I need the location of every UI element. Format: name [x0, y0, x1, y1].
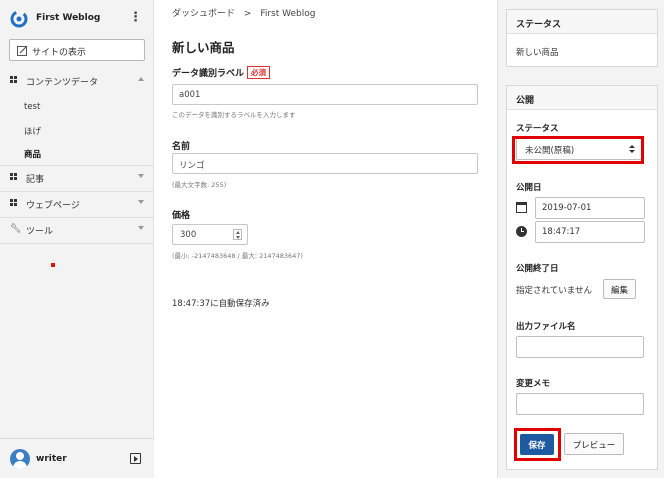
price-help: (最小: -2147483648 / 最大: 2147483647) — [172, 252, 303, 260]
chevron-down-icon — [138, 226, 144, 230]
view-site-label: サイトの表示 — [32, 48, 87, 58]
external-link-icon — [17, 45, 28, 56]
nav-tools[interactable]: 🔧︎ ツール — [0, 218, 154, 242]
required-badge: 必須 — [247, 66, 271, 79]
date-row: 2019-07-01 — [516, 197, 652, 219]
status-panel-value: 新しい商品 — [516, 48, 559, 58]
edit-end-date-button[interactable]: 編集 — [603, 279, 636, 299]
price-input[interactable]: 300 — [172, 224, 248, 245]
name-input[interactable]: リンゴ — [172, 153, 478, 174]
data-label-input[interactable]: a001 — [172, 84, 478, 105]
autosave-status: 18:47:37に自動保存済み — [172, 299, 270, 309]
right-panel: ステータス 新しい商品 公開 ステータス 未公開(原稿) 公開日 2019-07… — [497, 0, 664, 478]
preview-button[interactable]: プレビュー — [564, 433, 624, 455]
wrench-icon: 🔧︎ — [10, 224, 22, 234]
highlight-box — [514, 428, 561, 461]
status-label: ステータス — [516, 124, 559, 134]
price-value: 300 — [180, 230, 197, 240]
logout-icon[interactable] — [130, 453, 141, 464]
chevron-up-icon — [138, 77, 144, 81]
chevron-down-icon — [138, 174, 144, 178]
time-row: 18:47:17 — [516, 221, 652, 243]
name-help: (最大文字数: 255) — [172, 181, 227, 189]
nav-item-hoge[interactable]: ほげ — [24, 125, 41, 137]
view-site-button[interactable]: サイトの表示 — [9, 39, 145, 61]
nav-label: ウェブページ — [26, 201, 80, 211]
logo-icon — [10, 10, 28, 28]
grid-icon — [10, 199, 17, 206]
nav-item-products[interactable]: 商品 — [24, 148, 41, 160]
data-label-help: このデータを識別するラベルを入力します — [172, 111, 296, 119]
highlight-box — [512, 136, 644, 164]
nav-webpages[interactable]: ウェブページ — [0, 192, 154, 216]
app: First Weblog ⋮ サイトの表示 コンテンツデータ test ほげ 商… — [0, 0, 664, 478]
label-field-text: データ識別ラベル — [172, 69, 245, 79]
file-name-label: 出力ファイル名 — [516, 322, 576, 332]
publish-panel-title: 公開 — [507, 86, 657, 110]
label-field-label: データ識別ラベル 必須 — [172, 66, 271, 79]
marker-dot — [51, 263, 55, 267]
change-memo-label: 変更メモ — [516, 379, 551, 389]
status-panel: ステータス 新しい商品 — [506, 9, 658, 67]
end-date-value: 指定されていません — [516, 286, 592, 296]
publish-panel: 公開 ステータス 未公開(原稿) 公開日 2019-07-01 18:47:17… — [506, 85, 658, 470]
date-input[interactable]: 2019-07-01 — [535, 197, 645, 219]
grid-icon — [10, 173, 17, 180]
breadcrumb-dashboard[interactable]: ダッシュボード — [172, 9, 235, 19]
nav-label: ツール — [26, 227, 54, 237]
breadcrumb-current[interactable]: First Weblog — [260, 9, 315, 19]
nav-label: 記事 — [26, 175, 45, 185]
number-spinner-icon[interactable] — [233, 229, 242, 240]
username: writer — [36, 454, 67, 464]
avatar[interactable] — [10, 449, 30, 469]
breadcrumb: ダッシュボード > First Weblog — [172, 6, 315, 19]
sidebar: First Weblog ⋮ サイトの表示 コンテンツデータ test ほげ 商… — [0, 0, 154, 478]
end-date-label: 公開終了日 — [516, 264, 559, 274]
change-memo-input[interactable] — [516, 393, 644, 415]
publish-date-label: 公開日 — [516, 183, 542, 193]
kebab-menu-icon[interactable]: ⋮ — [129, 10, 142, 25]
page-title: 新しい商品 — [172, 40, 235, 55]
nav-label: コンテンツデータ — [26, 78, 99, 88]
brand[interactable]: First Weblog ⋮ — [10, 9, 146, 31]
time-input[interactable]: 18:47:17 — [535, 221, 645, 243]
file-name-input[interactable] — [516, 336, 644, 358]
main-content: ダッシュボード > First Weblog 新しい商品 データ識別ラベル 必須 … — [154, 0, 497, 478]
name-field-label: 名前 — [172, 142, 191, 152]
nav-item-test[interactable]: test — [24, 102, 40, 112]
status-panel-title: ステータス — [507, 10, 657, 34]
divider — [0, 243, 154, 244]
clock-icon[interactable] — [516, 226, 527, 237]
nav-content-data[interactable]: コンテンツデータ — [0, 69, 154, 93]
brand-name: First Weblog — [36, 13, 101, 23]
price-field-label: 価格 — [172, 211, 191, 221]
nav-entries[interactable]: 記事 — [0, 166, 154, 190]
chevron-down-icon — [138, 200, 144, 204]
calendar-icon[interactable] — [516, 202, 527, 213]
user-bar: writer — [0, 438, 154, 478]
breadcrumb-separator: > — [243, 9, 252, 19]
grid-icon — [10, 76, 17, 83]
